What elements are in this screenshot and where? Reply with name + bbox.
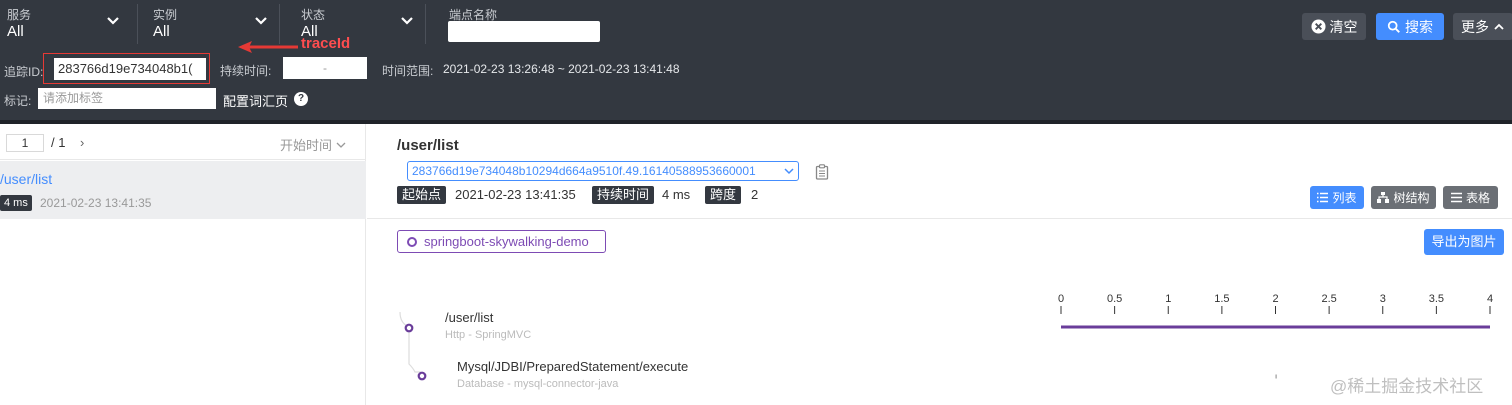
vocab-config-link[interactable]: 配置词汇页 <box>223 91 288 110</box>
span-bar[interactable] <box>1061 325 1490 329</box>
tree-icon <box>1377 192 1390 203</box>
advanced-filter-panel: 追踪ID: 283766d19e734048b1( 持续时间: - 时间范围: … <box>0 50 1512 120</box>
timeline-tick-label: 4 <box>1487 293 1493 305</box>
timeline-tick-label: 0 <box>1058 293 1064 305</box>
trace-list-pane: 1 / 1 › 开始时间 /user/list 4 ms 2021-02-23 … <box>0 124 366 405</box>
search-button-label: 搜索 <box>1405 18 1433 35</box>
start-label: 起始点 <box>397 186 447 204</box>
span-bar[interactable] <box>1275 374 1277 379</box>
duration-input[interactable]: - <box>283 57 367 79</box>
search-button[interactable]: 搜索 <box>1376 13 1444 40</box>
span-name[interactable]: /user/list <box>445 310 493 325</box>
more-button-label: 更多 <box>1461 18 1489 35</box>
chevron-down-icon <box>784 168 794 175</box>
chevron-down-icon <box>255 17 267 25</box>
tag-label: 标记: <box>4 94 32 108</box>
time-range-value[interactable]: 2021-02-23 13:26:48 ~ 2021-02-23 13:41:4… <box>443 62 680 76</box>
span-node-icon <box>417 371 427 381</box>
tag-input[interactable]: 请添加标签 <box>38 88 216 109</box>
chevron-up-icon <box>1494 23 1504 30</box>
page-input[interactable]: 1 <box>6 134 44 152</box>
duration-label: 持续时间: <box>220 64 272 78</box>
clipboard-icon[interactable] <box>815 164 829 180</box>
duration-value: 4 ms <box>662 187 691 202</box>
page-total: / 1 <box>51 135 66 150</box>
service-filter-label: 服务 <box>7 8 32 22</box>
time-range-label: 时间范围: <box>382 64 434 78</box>
chevron-down-icon <box>336 142 346 148</box>
annotation-label: traceId <box>301 35 351 52</box>
trace-detail-title: /user/list <box>397 137 459 154</box>
timeline-tick-label: 0.5 <box>1107 293 1122 305</box>
tree-view-button[interactable]: 树结构 <box>1371 186 1436 209</box>
service-chip-label: springboot-skywalking-demo <box>424 234 589 249</box>
timeline-tick-label: 1 <box>1165 293 1171 305</box>
endpoint-input[interactable] <box>448 21 600 42</box>
endpoint-filter: 端点名称 <box>440 4 620 44</box>
span-component: Http - SpringMVC <box>445 329 532 341</box>
chevron-down-icon <box>401 17 413 25</box>
sort-select[interactable]: 开始时间 <box>280 135 346 154</box>
table-view-label: 表格 <box>1465 191 1490 205</box>
trace-item-name[interactable]: /user/list <box>0 171 52 187</box>
circle-icon <box>407 237 417 247</box>
help-icon[interactable]: ? <box>294 92 308 106</box>
table-view-button[interactable]: 表格 <box>1443 186 1498 209</box>
timeline-tick-label: 2 <box>1272 293 1278 305</box>
start-value: 2021-02-23 13:41:35 <box>455 187 576 202</box>
clear-button[interactable]: 清空 <box>1302 13 1366 40</box>
list-view-label: 列表 <box>1332 191 1357 205</box>
timeline-tick-label: 3 <box>1380 293 1386 305</box>
divider <box>367 218 1512 219</box>
span-component: Database - mysql-connector-java <box>457 378 619 390</box>
search-icon <box>1387 20 1400 33</box>
trace-item-duration: 4 ms <box>0 195 32 211</box>
span-node-icon <box>404 323 414 333</box>
span-value: 2 <box>751 187 759 202</box>
service-filter-value: All <box>7 23 24 40</box>
trace-id-select-value: 283766d19e734048b10294d664a9510f.49.1614… <box>412 164 756 178</box>
pagination: 1 / 1 › 开始时间 <box>0 124 366 160</box>
span-tag: 跨度 <box>705 186 742 204</box>
service-filter[interactable]: 服务 All <box>0 4 138 44</box>
more-button[interactable]: 更多 <box>1453 13 1512 40</box>
timeline-tick-label: 1.5 <box>1214 293 1229 305</box>
service-chip[interactable]: springboot-skywalking-demo <box>397 230 606 253</box>
trace-id-label: 追踪ID: <box>4 65 44 79</box>
table-icon <box>1450 192 1462 203</box>
instance-filter[interactable]: 实例 All <box>146 4 280 44</box>
list-icon <box>1317 192 1329 203</box>
close-circle-icon <box>1310 19 1326 34</box>
trace-detail-pane: /user/list 283766d19e734048b10294d664a95… <box>367 124 1512 405</box>
annotation-arrow-icon <box>238 41 298 53</box>
list-view-button[interactable]: 列表 <box>1310 186 1364 209</box>
next-page-icon[interactable]: › <box>80 135 84 150</box>
top-filter-bar: 服务 All 实例 All 状态 All 端点名称 清空 搜索 更多 <box>0 0 1512 50</box>
watermark: @稀土掘金技术社区 <box>1330 377 1484 396</box>
trace-id-input[interactable]: 283766d19e734048b1( <box>54 58 206 80</box>
status-filter-label: 状态 <box>301 8 326 22</box>
tree-view-label: 树结构 <box>1393 191 1430 205</box>
export-image-button[interactable]: 导出为图片 <box>1424 229 1504 255</box>
timeline-tick-label: 3.5 <box>1429 293 1444 305</box>
instance-filter-label: 实例 <box>153 8 178 22</box>
timeline-tick-label: 2.5 <box>1321 293 1336 305</box>
duration-tag: 持续时间 <box>592 186 655 204</box>
chevron-down-icon <box>107 17 119 25</box>
instance-filter-value: All <box>153 23 170 40</box>
trace-item-start: 2021-02-23 13:41:35 <box>40 196 152 210</box>
trace-id-select[interactable]: 283766d19e734048b10294d664a9510f.49.1614… <box>407 161 799 181</box>
sort-select-label: 开始时间 <box>280 138 333 153</box>
span-name[interactable]: Mysql/JDBI/PreparedStatement/execute <box>457 359 688 374</box>
trace-list-item[interactable]: /user/list 4 ms 2021-02-23 13:41:35 <box>0 161 366 219</box>
clear-button-label: 清空 <box>1329 18 1358 35</box>
